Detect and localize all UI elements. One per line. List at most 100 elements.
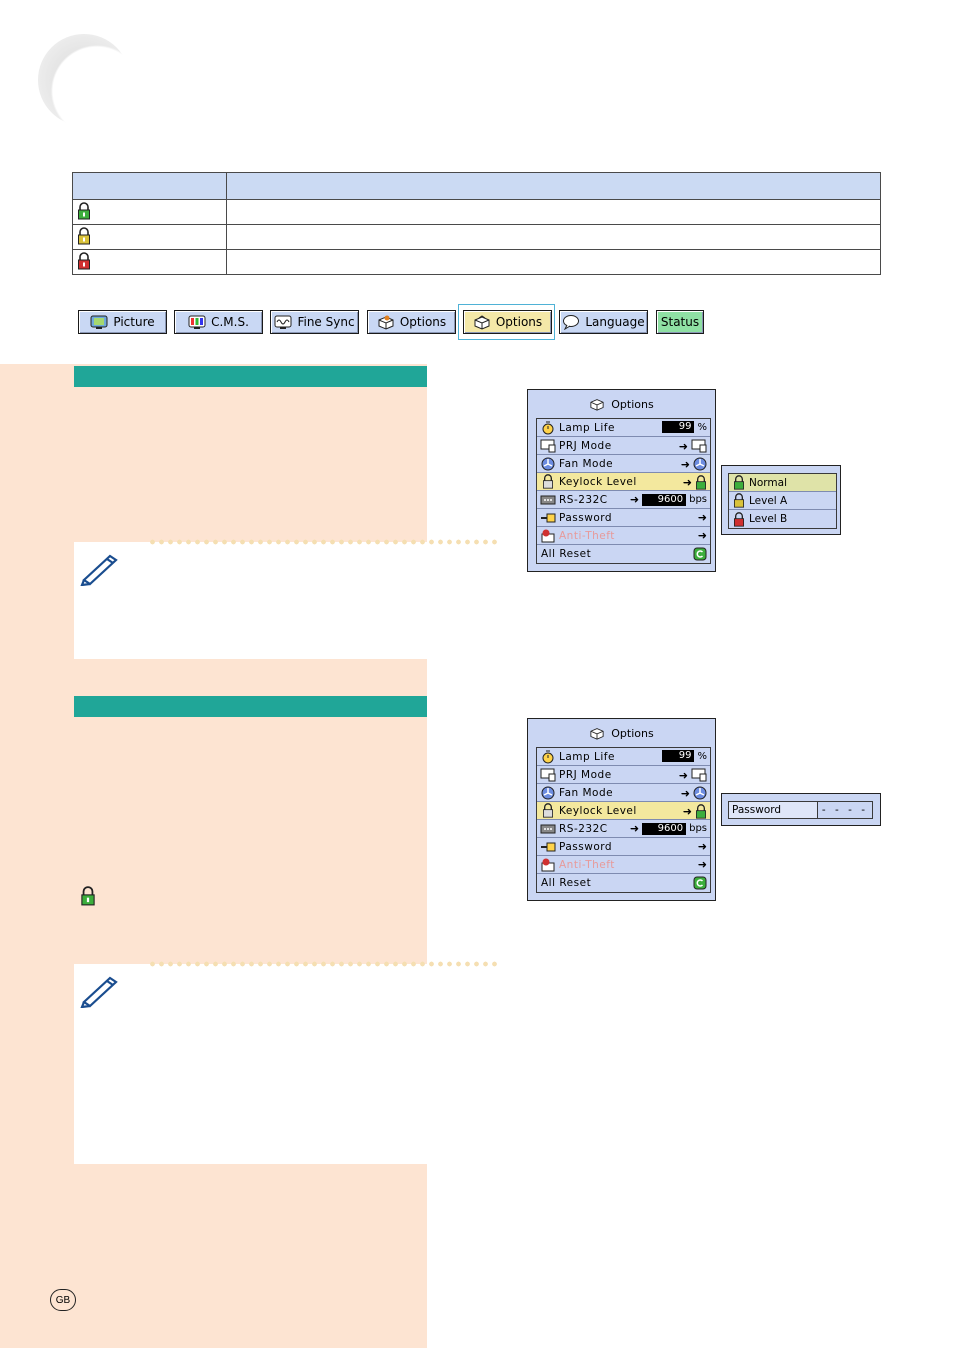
osd-row-label: Keylock Level (559, 475, 637, 488)
submenu-item-normal[interactable]: Normal (729, 474, 836, 492)
options-1-icon (378, 315, 394, 330)
tab-fine-sync[interactable]: Fine Sync (270, 310, 359, 334)
osd-row-keylock-level[interactable]: Keylock Level ➜ (537, 473, 710, 491)
osd-title: Options (528, 396, 715, 412)
fan-icon (541, 457, 555, 470)
key-icon (541, 842, 556, 851)
osd-row-all-reset[interactable]: All Reset (537, 874, 710, 892)
tab-options-1[interactable]: Options (367, 310, 456, 334)
table-row (72, 199, 881, 225)
options-osd-menu-1: Options Lamp Life 99% PRJ Mode ➜ Fan Mod… (527, 389, 716, 572)
lock-level-b-icon (734, 511, 744, 527)
note-pencil-icon (80, 976, 118, 1008)
lamp-life-value: 99 (662, 421, 695, 433)
keylock-level-table (72, 172, 881, 275)
tab-status[interactable]: Status (656, 310, 704, 334)
osd-row-label: Anti-Theft (559, 858, 615, 871)
arrow-right-icon: ➜ (697, 858, 707, 871)
table-cell (72, 249, 227, 275)
submenu-item-label: Normal (749, 476, 787, 489)
fan-icon (693, 786, 707, 800)
language-icon (563, 315, 580, 330)
osd-row-prj-mode[interactable]: PRJ Mode ➜ (537, 766, 710, 784)
table-cell (226, 224, 881, 250)
osd-row-lamp-life[interactable]: Lamp Life 99% (537, 419, 710, 437)
rs232c-value: 9600 (642, 822, 687, 835)
note-box-1 (74, 539, 501, 659)
osd-row-label: Keylock Level (559, 804, 637, 817)
section-bar-2 (74, 696, 427, 717)
osd-row-label: Fan Mode (559, 457, 614, 470)
osd-row-all-reset[interactable]: All Reset (537, 545, 710, 563)
arrow-right-icon: ➜ (678, 439, 688, 453)
lamp-life-unit: % (697, 750, 707, 762)
arrow-right-icon: ➜ (629, 493, 640, 506)
reset-icon (693, 547, 707, 561)
osd-row-anti-theft[interactable]: Anti-Theft ➜ (537, 527, 710, 545)
osd-row-fan-mode[interactable]: Fan Mode ➜ (537, 455, 710, 473)
password-field-row: Password - - - - (728, 801, 873, 819)
osd-row-label: PRJ Mode (559, 768, 612, 781)
osd-row-label: Fan Mode (559, 786, 614, 799)
table-header-row (72, 172, 881, 200)
tab-language[interactable]: Language (559, 310, 648, 334)
table-header-cell (72, 172, 227, 200)
options-icon (590, 728, 604, 740)
tab-options-2[interactable]: Options (463, 310, 552, 334)
options-2-icon (474, 315, 490, 330)
lock-normal-icon (78, 201, 90, 219)
submenu-item-level-b[interactable]: Level B (729, 510, 836, 528)
lamp-life-unit: % (697, 421, 707, 433)
prj-mode-icon (540, 439, 556, 452)
dotted-divider (148, 539, 501, 545)
osd-row-rs232c[interactable]: RS-232C ➜ 9600 bps (537, 491, 710, 509)
osd-row-label: Lamp Life (559, 421, 615, 434)
tab-label: Options (399, 315, 447, 329)
region-badge: GB (50, 1289, 76, 1311)
osd-row-keylock-level[interactable]: Keylock Level ➜ (537, 802, 710, 820)
lock-normal-icon (81, 886, 95, 906)
anti-theft-icon (541, 529, 555, 542)
arrow-right-icon: ➜ (629, 822, 640, 835)
password-input[interactable]: - - - - (818, 802, 872, 818)
dotted-divider (148, 961, 501, 967)
prj-mode-icon (691, 439, 707, 453)
timer-icon (542, 421, 554, 434)
osd-row-lamp-life[interactable]: Lamp Life 99% (537, 748, 710, 766)
keylock-level-submenu: Normal Level A Level B (721, 465, 841, 535)
table-row (72, 249, 881, 275)
osd-row-password[interactable]: Password ➜ (537, 838, 710, 856)
tab-cms[interactable]: C.M.S. (174, 310, 263, 334)
tab-picture[interactable]: Picture (78, 310, 167, 334)
table-cell (72, 224, 227, 250)
section-bar-1 (74, 366, 427, 387)
rs232c-port-icon (540, 824, 556, 833)
rs232c-unit: bps (689, 823, 707, 834)
fine-sync-icon (274, 315, 292, 329)
key-icon (541, 513, 556, 522)
lock-normal-icon (734, 475, 744, 490)
lamp-life-value: 99 (662, 750, 695, 762)
table-cell (226, 249, 881, 275)
osd-row-label: Lamp Life (559, 750, 615, 763)
osd-row-prj-mode[interactable]: PRJ Mode ➜ (537, 437, 710, 455)
tab-label: Picture (113, 315, 155, 329)
rs232c-unit: bps (689, 494, 707, 505)
osd-title-text: Options (611, 397, 654, 411)
lock-level-a-icon (734, 493, 744, 508)
note-box-2 (74, 961, 501, 1164)
arrow-right-icon: ➜ (697, 840, 707, 853)
header-circle-decoration (38, 34, 130, 126)
lock-normal-icon (696, 475, 706, 490)
rs232c-port-icon (540, 495, 556, 504)
prj-mode-icon (691, 768, 707, 782)
submenu-item-level-a[interactable]: Level A (729, 492, 836, 510)
osd-row-label: All Reset (541, 877, 592, 889)
osd-row-password[interactable]: Password ➜ (537, 509, 710, 527)
osd-row-anti-theft[interactable]: Anti-Theft ➜ (537, 856, 710, 874)
rs232c-value: 9600 (642, 493, 687, 506)
osd-row-rs232c[interactable]: RS-232C ➜ 9600 bps (537, 820, 710, 838)
osd-row-fan-mode[interactable]: Fan Mode ➜ (537, 784, 710, 802)
table-header-cell (226, 172, 881, 200)
osd-row-label: Password (559, 840, 613, 853)
